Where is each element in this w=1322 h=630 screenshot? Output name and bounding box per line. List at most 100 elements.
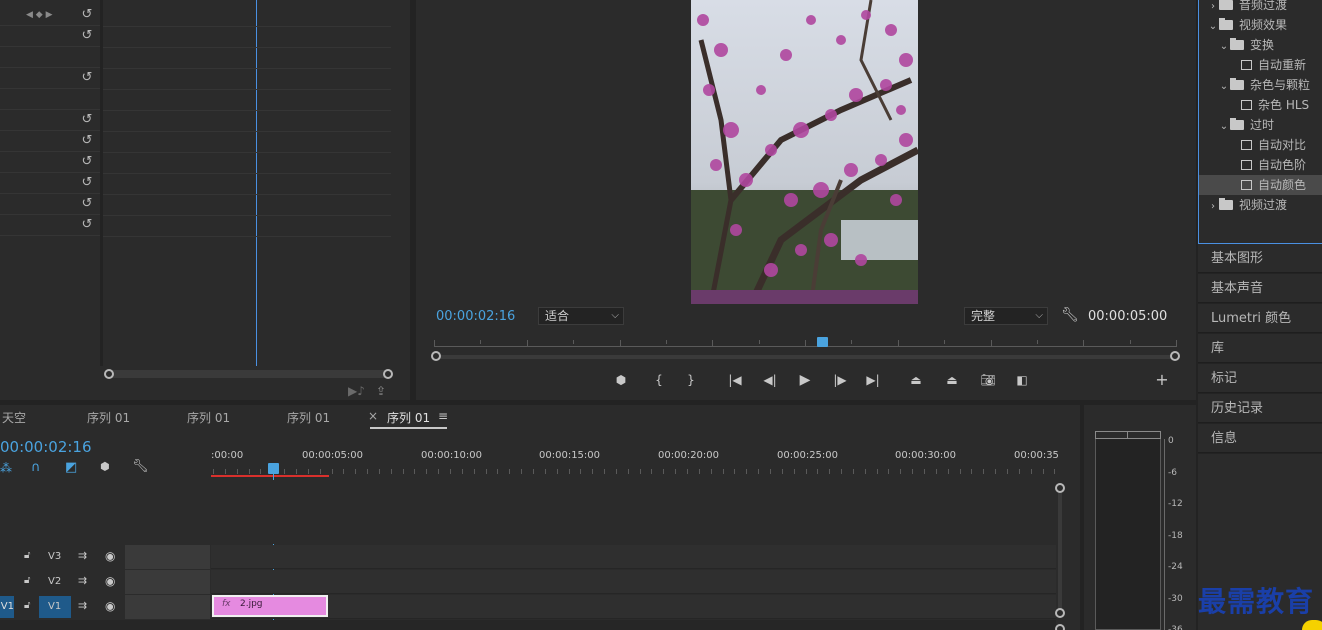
- timeline-vertical-scrollbar[interactable]: [1058, 489, 1062, 611]
- go-to-out-icon[interactable]: ▶|: [864, 372, 882, 388]
- add-button-icon[interactable]: +: [1153, 372, 1171, 388]
- linked-selection-icon[interactable]: ◩: [65, 460, 77, 475]
- effect-item[interactable]: 自动重新: [1199, 55, 1322, 75]
- panel-menu-icon[interactable]: ≡: [438, 409, 448, 423]
- sync-lock-icon[interactable]: ⇉: [78, 574, 87, 587]
- lock-icon[interactable]: 🔓︎: [24, 600, 30, 611]
- mark-in-icon[interactable]: {: [650, 372, 668, 388]
- lock-icon[interactable]: 🔓︎: [24, 575, 30, 586]
- timeline-empty-area[interactable]: [211, 480, 1056, 544]
- tab-sequence-active[interactable]: 序列 01: [387, 409, 430, 426]
- export-frame-icon[interactable]: 📷︎: [979, 372, 997, 388]
- zoom-end-handle[interactable]: [1170, 351, 1180, 361]
- video-clip[interactable]: fx 2.jpg: [212, 595, 328, 617]
- step-forward-icon[interactable]: |▶: [831, 372, 849, 388]
- eye-icon[interactable]: ◉: [105, 574, 115, 588]
- meter-peak-indicator[interactable]: [1095, 431, 1161, 439]
- track-header-v2[interactable]: 🔓︎ V2 ⇉ ◉: [0, 570, 210, 594]
- side-panel-tab[interactable]: 历史记录: [1198, 394, 1322, 423]
- effect-item[interactable]: 自动色阶: [1199, 155, 1322, 175]
- vscroll-top-handle[interactable]: [1055, 483, 1065, 493]
- playhead-marker[interactable]: [817, 337, 828, 347]
- side-panel-tab[interactable]: 基本声音: [1198, 274, 1322, 303]
- eye-icon[interactable]: ◉: [105, 549, 115, 563]
- chevron-down-icon[interactable]: ⌄: [1218, 117, 1230, 135]
- reset-parameter-icon[interactable]: ↺: [80, 218, 94, 232]
- reset-parameter-icon[interactable]: ↺: [80, 71, 94, 85]
- eye-icon[interactable]: ◉: [105, 599, 115, 613]
- chevron-right-icon[interactable]: ›: [1207, 197, 1219, 215]
- reset-parameter-icon[interactable]: ↺: [80, 134, 94, 148]
- track-lane-v1[interactable]: [211, 595, 1056, 619]
- current-timecode[interactable]: 00:00:02:16: [436, 309, 515, 324]
- add-marker-icon[interactable]: ⬢: [612, 372, 630, 388]
- tab-sequence-3[interactable]: 序列 01: [287, 409, 330, 426]
- scroll-start-handle[interactable]: [104, 369, 114, 379]
- keyframe-navigator[interactable]: ◀ ◆ ▶: [26, 10, 53, 20]
- side-panel-tab[interactable]: 基本图形: [1198, 244, 1322, 273]
- effects-folder[interactable]: ⌄ 过时: [1199, 115, 1322, 135]
- zoom-level-select[interactable]: 适合 ⌵: [538, 307, 624, 325]
- tab-sequence-1[interactable]: 序列 01: [87, 409, 130, 426]
- monitor-zoom-scrollbar[interactable]: [434, 355, 1176, 359]
- effects-folder[interactable]: › 视频过渡: [1199, 195, 1322, 215]
- chevron-down-icon[interactable]: ⌄: [1218, 37, 1230, 55]
- tab-sequence-2[interactable]: 序列 01: [187, 409, 230, 426]
- export-icon[interactable]: ⇪: [376, 384, 386, 398]
- side-panel-tab[interactable]: 标记: [1198, 364, 1322, 393]
- hscroll-handle[interactable]: [1055, 624, 1065, 630]
- extract-icon[interactable]: ⏏: [943, 372, 961, 388]
- side-panel-tab[interactable]: Lumetri 颜色: [1198, 304, 1322, 333]
- zoom-start-handle[interactable]: [431, 351, 441, 361]
- chevron-down-icon[interactable]: ⌄: [1218, 77, 1230, 95]
- track-header-v1[interactable]: V1 🔓︎ V1 ⇉ ◉: [0, 595, 210, 619]
- tab-sky[interactable]: 天空: [2, 409, 26, 426]
- sync-lock-icon[interactable]: ⇉: [78, 549, 87, 562]
- effects-folder[interactable]: ⌄ 视频效果: [1199, 15, 1322, 35]
- reset-parameter-icon[interactable]: ↺: [80, 113, 94, 127]
- playback-quality-select[interactable]: 完整 ⌵: [964, 307, 1048, 325]
- audio-track-divider[interactable]: [0, 620, 1056, 630]
- reset-parameter-icon[interactable]: ↺: [80, 176, 94, 190]
- sync-lock-icon[interactable]: ⇉: [78, 599, 87, 612]
- track-target[interactable]: V2: [39, 571, 71, 593]
- chevron-down-icon[interactable]: ⌄: [1207, 17, 1219, 35]
- snap-magnet-icon[interactable]: ∩: [31, 460, 41, 475]
- vscroll-bottom-handle[interactable]: [1055, 608, 1065, 618]
- chevron-right-icon[interactable]: ›: [1207, 0, 1219, 15]
- track-target[interactable]: V1: [39, 596, 71, 618]
- track-lane-v3[interactable]: [211, 545, 1056, 569]
- work-area-bar[interactable]: [211, 475, 329, 477]
- source-patch[interactable]: V1: [0, 596, 14, 618]
- effects-folder[interactable]: ⌄ 杂色与颗粒: [1199, 75, 1322, 95]
- effect-item[interactable]: 自动对比: [1199, 135, 1322, 155]
- effect-controls-scrollbar[interactable]: [104, 370, 392, 378]
- play-audio-icon[interactable]: ▶♪: [348, 384, 365, 398]
- track-lane-v2[interactable]: [211, 570, 1056, 594]
- lock-icon[interactable]: 🔓︎: [24, 550, 30, 561]
- timeline-timecode[interactable]: 00:00:02:16: [0, 438, 92, 456]
- mark-out-icon[interactable]: }: [682, 372, 700, 388]
- track-target[interactable]: V3: [39, 546, 71, 568]
- reset-parameter-icon[interactable]: ↺: [80, 155, 94, 169]
- compare-view-icon[interactable]: ◧: [1013, 372, 1031, 388]
- add-marker-icon[interactable]: ⬢: [100, 460, 110, 473]
- go-to-in-icon[interactable]: |◀: [726, 372, 744, 388]
- lift-icon[interactable]: ⏏: [907, 372, 925, 388]
- scroll-end-handle[interactable]: [383, 369, 393, 379]
- close-icon[interactable]: ×: [368, 409, 378, 423]
- wrench-icon[interactable]: 🔧︎: [1061, 307, 1079, 323]
- nest-sequence-icon[interactable]: ⁂: [0, 461, 12, 475]
- play-icon[interactable]: ▶: [796, 372, 814, 388]
- step-back-icon[interactable]: ◀|: [761, 372, 779, 388]
- effect-item[interactable]: 杂色 HLS: [1199, 95, 1322, 115]
- effect-item[interactable]: 自动颜色: [1199, 175, 1322, 195]
- reset-parameter-icon[interactable]: ↺: [80, 29, 94, 43]
- side-panel-tab[interactable]: 信息: [1198, 424, 1322, 453]
- track-header-v3[interactable]: 🔓︎ V3 ⇉ ◉: [0, 545, 210, 569]
- timeline-settings-wrench-icon[interactable]: 🔧︎: [132, 459, 149, 474]
- reset-parameter-icon[interactable]: ↺: [80, 197, 94, 211]
- reset-parameter-icon[interactable]: ↺: [80, 8, 94, 22]
- effects-folder[interactable]: › 音频过渡: [1199, 0, 1322, 15]
- side-panel-tab[interactable]: 库: [1198, 334, 1322, 363]
